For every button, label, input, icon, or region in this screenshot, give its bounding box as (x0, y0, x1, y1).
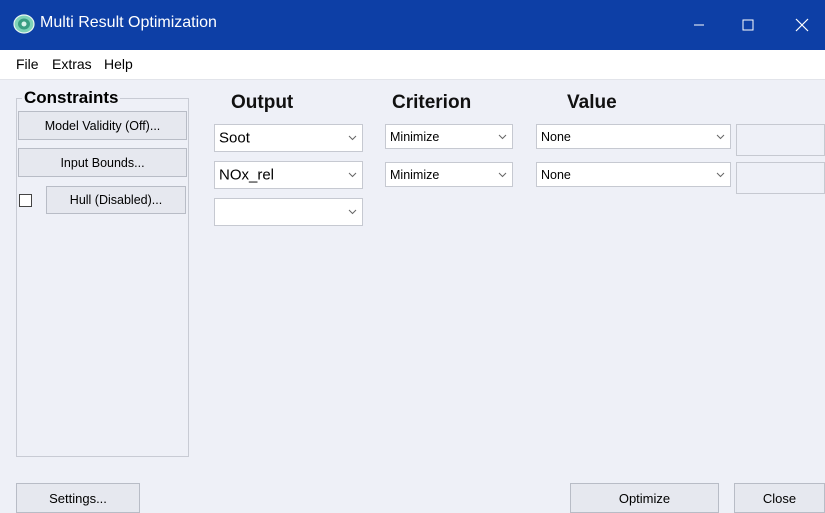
output-select-1-value: Soot (219, 129, 250, 147)
menu-help[interactable]: Help (104, 56, 133, 72)
settings-button[interactable]: Settings... (16, 483, 140, 513)
output-select-3[interactable] (214, 198, 363, 226)
chevron-down-icon (342, 125, 362, 151)
close-button[interactable]: Close (734, 483, 825, 513)
window-title: Multi Result Optimization (40, 14, 217, 31)
maximize-icon (742, 19, 754, 31)
output-select-2[interactable]: NOx_rel (214, 161, 363, 189)
output-select-2-value: NOx_rel (219, 166, 275, 184)
chevron-down-icon (492, 163, 512, 186)
constraints-title: Constraints (22, 88, 121, 107)
chevron-down-icon (710, 125, 730, 148)
value-select-2[interactable]: None (536, 162, 731, 187)
value-select-1[interactable]: None (536, 124, 731, 149)
optimize-button[interactable]: Optimize (570, 483, 719, 513)
minimize-icon (694, 24, 704, 26)
title-bar: Multi Result Optimization (0, 0, 825, 50)
hull-checkbox[interactable] (19, 194, 32, 207)
close-icon (795, 18, 809, 32)
output-select-1[interactable]: Soot (214, 124, 363, 152)
chevron-down-icon (342, 199, 362, 225)
app-logo-icon (13, 14, 35, 34)
value-select-1-value: None (541, 129, 571, 144)
model-validity-button[interactable]: Model Validity (Off)... (18, 111, 187, 140)
criterion-select-2-value: Minimize (390, 167, 440, 182)
value-select-2-value: None (541, 167, 571, 182)
output-column-header: Output (231, 92, 294, 113)
hull-button[interactable]: Hull (Disabled)... (46, 186, 186, 214)
chevron-down-icon (710, 163, 730, 186)
criterion-select-1-value: Minimize (390, 129, 440, 144)
value-input-1[interactable] (736, 124, 825, 156)
input-bounds-button[interactable]: Input Bounds... (18, 148, 187, 177)
chevron-down-icon (492, 125, 512, 148)
chevron-down-icon (342, 162, 362, 188)
close-window-button[interactable] (779, 0, 825, 50)
criterion-select-1[interactable]: Minimize (385, 124, 513, 149)
minimize-button[interactable] (676, 0, 722, 50)
criterion-select-2[interactable]: Minimize (385, 162, 513, 187)
value-input-2[interactable] (736, 162, 825, 194)
menu-file[interactable]: File (16, 56, 39, 72)
maximize-button[interactable] (725, 0, 771, 50)
menu-bar: File Extras Help (0, 50, 825, 80)
criterion-column-header: Criterion (392, 92, 472, 113)
value-column-header: Value (567, 92, 617, 113)
menu-extras[interactable]: Extras (52, 56, 92, 72)
